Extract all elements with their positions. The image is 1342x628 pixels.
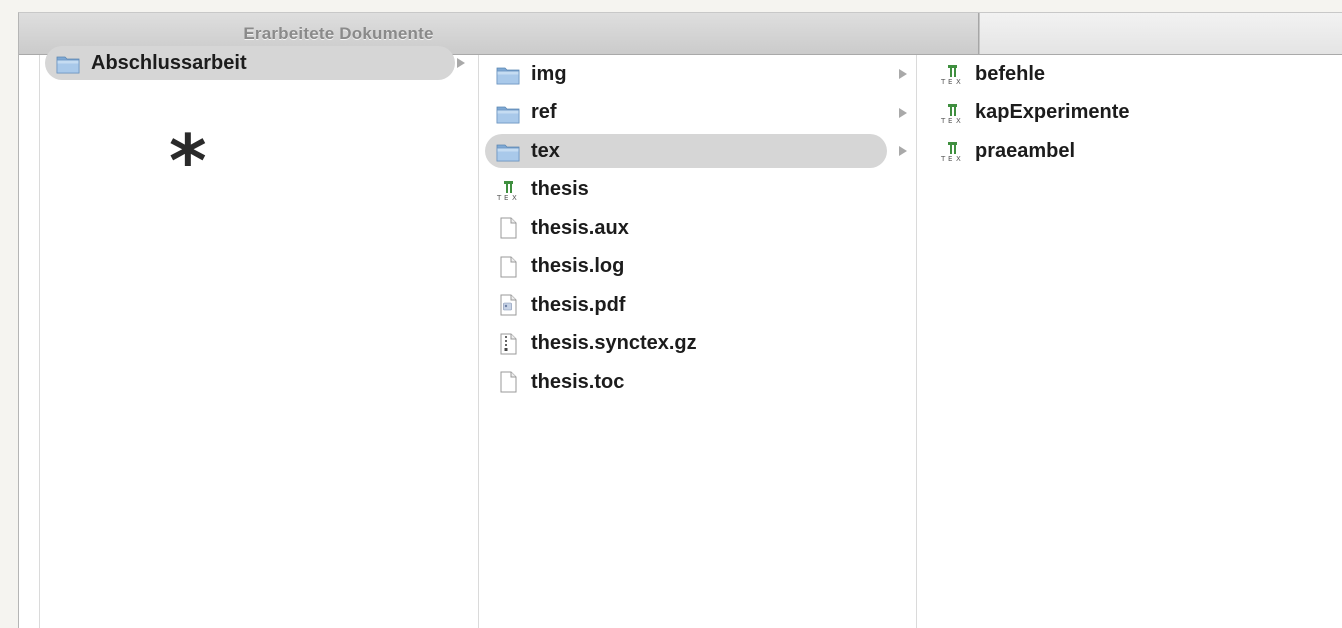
document-icon xyxy=(500,256,517,277)
svg-text:T: T xyxy=(940,78,946,86)
svg-text:E: E xyxy=(504,194,508,202)
folder-icon xyxy=(496,67,520,85)
file-item-thesis-log[interactable]: thesis.log xyxy=(485,250,887,284)
svg-text:X: X xyxy=(956,155,961,163)
tab-empty[interactable] xyxy=(979,13,1342,54)
tex-file-icon: TEX xyxy=(940,103,961,125)
file-item-befehle[interactable]: T E Xbefehle xyxy=(929,57,1309,91)
folder-icon xyxy=(496,144,520,162)
item-label: thesis.pdf xyxy=(531,293,626,316)
item-label: ref xyxy=(531,101,557,123)
folder-item-ref[interactable]: ref xyxy=(485,96,887,130)
annotation-asterisk: * xyxy=(169,119,207,203)
disclosure-arrow-icon[interactable] xyxy=(899,146,907,156)
tex-file-icon: TEX xyxy=(496,180,517,202)
svg-text:X: X xyxy=(956,78,961,86)
svg-text:E: E xyxy=(948,117,952,125)
tab-label: Erarbeitete Dokumente xyxy=(243,23,434,43)
pdf-file-icon xyxy=(500,294,517,316)
item-label: kapExperimente xyxy=(975,101,1130,123)
folder-item-abschlussarbeit[interactable]: Abschlussarbeit xyxy=(45,46,455,80)
folder-item-tex[interactable]: tex xyxy=(485,134,887,168)
svg-text:E: E xyxy=(948,155,952,163)
svg-text:X: X xyxy=(512,194,517,202)
file-item-thesis-pdf[interactable]: thesis.pdf xyxy=(485,288,887,322)
file-item-thesis-toc[interactable]: thesis.toc xyxy=(485,365,887,399)
file-item-thesis[interactable]: T E Xthesis xyxy=(485,173,887,207)
folder-item-img[interactable]: img xyxy=(485,57,887,91)
item-label: befehle xyxy=(975,62,1046,85)
item-label: thesis.aux xyxy=(531,216,629,239)
file-item-thesis-synctex-gz[interactable]: thesis.synctex.gz xyxy=(485,327,887,361)
document-icon xyxy=(500,217,517,239)
item-label: tex xyxy=(531,139,560,162)
tex-file-icon: TEX xyxy=(940,142,961,163)
finder-window: Erarbeitete Dokumente Abschlussarbeit img… xyxy=(18,12,1342,628)
folder-icon xyxy=(496,106,520,123)
svg-text:T: T xyxy=(940,155,946,163)
svg-text:T: T xyxy=(940,117,946,125)
item-label: thesis.log xyxy=(531,255,625,277)
item-label: praeambel xyxy=(975,139,1076,162)
file-item-thesis-aux[interactable]: thesis.aux xyxy=(485,211,887,245)
svg-text:E: E xyxy=(948,78,952,86)
disclosure-arrow-icon[interactable] xyxy=(457,58,465,68)
item-label: img xyxy=(531,62,567,85)
file-item-praeambel[interactable]: T E Xpraeambel xyxy=(929,134,1309,168)
tex-file-icon: TEX xyxy=(940,65,961,86)
item-label: Abschlussarbeit xyxy=(91,51,247,74)
browser-column-1 xyxy=(39,55,479,628)
file-item-kapexperimente[interactable]: T E XkapExperimente xyxy=(929,96,1309,130)
item-label: thesis xyxy=(531,178,589,200)
item-label: thesis.synctex.gz xyxy=(531,332,697,354)
svg-text:T: T xyxy=(496,194,502,202)
document-icon xyxy=(500,371,517,393)
disclosure-arrow-icon[interactable] xyxy=(899,69,907,79)
folder-icon xyxy=(56,56,80,74)
svg-text:X: X xyxy=(956,117,961,125)
disclosure-arrow-icon[interactable] xyxy=(899,107,907,118)
item-label: thesis.toc xyxy=(531,370,625,393)
archive-file-icon xyxy=(500,333,517,354)
